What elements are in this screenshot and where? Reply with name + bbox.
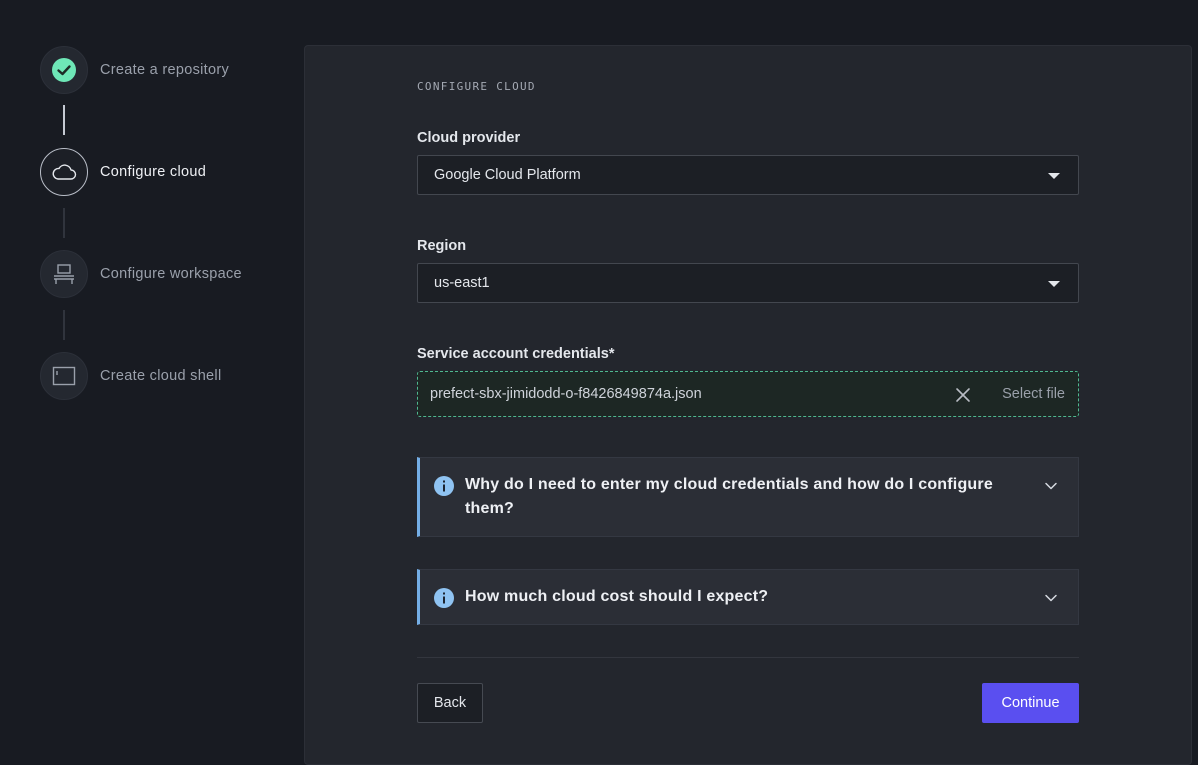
step-indicator xyxy=(40,46,88,94)
section-title: CONFIGURE CLOUD xyxy=(417,80,536,93)
configure-cloud-panel: CONFIGURE CLOUD Cloud provider Google Cl… xyxy=(304,45,1192,765)
faq-cost-accordion[interactable]: How much cloud cost should I expect? xyxy=(417,569,1079,625)
faq-question: How much cloud cost should I expect? xyxy=(465,588,769,605)
step-label: Configure workspace xyxy=(100,266,242,282)
credentials-label: Service account credentials* xyxy=(417,346,615,362)
step-connector xyxy=(63,208,65,238)
chevron-down-icon xyxy=(1045,482,1057,490)
divider xyxy=(417,657,1079,658)
step-label: Create cloud shell xyxy=(100,368,222,384)
faq-credentials-accordion[interactable]: Why do I need to enter my cloud credenti… xyxy=(417,457,1079,537)
step-connector xyxy=(63,310,65,340)
faq-question: Why do I need to enter my cloud credenti… xyxy=(465,476,993,517)
caret-down-icon xyxy=(1048,173,1060,179)
step-connector xyxy=(63,105,65,135)
caret-down-icon xyxy=(1048,281,1060,287)
info-icon xyxy=(434,588,454,608)
step-label: Configure cloud xyxy=(100,164,207,180)
step-indicator xyxy=(40,148,88,196)
region-select[interactable]: us-east1 xyxy=(417,263,1079,303)
cloud-provider-label: Cloud provider xyxy=(417,130,521,146)
step-label: Create a repository xyxy=(100,62,230,78)
chevron-down-icon xyxy=(1045,594,1057,602)
continue-button[interactable]: Continue xyxy=(982,683,1079,723)
credentials-file-name: prefect-sbx-jimidodd-o-f8426849874a.json xyxy=(430,386,702,402)
region-value: us-east1 xyxy=(434,275,490,291)
check-icon xyxy=(52,58,76,82)
region-label: Region xyxy=(417,238,467,254)
step-indicator xyxy=(40,250,88,298)
cloud-provider-select[interactable]: Google Cloud Platform xyxy=(417,155,1079,195)
workstation-icon xyxy=(54,264,74,284)
select-file-button[interactable]: Select file xyxy=(1002,386,1065,402)
terminal-icon xyxy=(52,366,76,386)
step-create-cloud-shell[interactable]: Create cloud shell xyxy=(40,352,221,400)
step-indicator xyxy=(40,352,88,400)
cloud-icon xyxy=(52,164,77,180)
back-button[interactable]: Back xyxy=(417,683,483,723)
credentials-file-input[interactable]: prefect-sbx-jimidodd-o-f8426849874a.json… xyxy=(417,371,1079,417)
step-configure-cloud[interactable]: Configure cloud xyxy=(40,148,206,196)
cloud-provider-value: Google Cloud Platform xyxy=(434,167,581,183)
close-icon[interactable] xyxy=(954,386,972,404)
step-create-repository[interactable]: Create a repository xyxy=(40,46,229,94)
setup-stepper: Create a repository Configure cloud Conf… xyxy=(0,0,305,751)
info-icon xyxy=(434,476,454,496)
step-configure-workspace[interactable]: Configure workspace xyxy=(40,250,242,298)
